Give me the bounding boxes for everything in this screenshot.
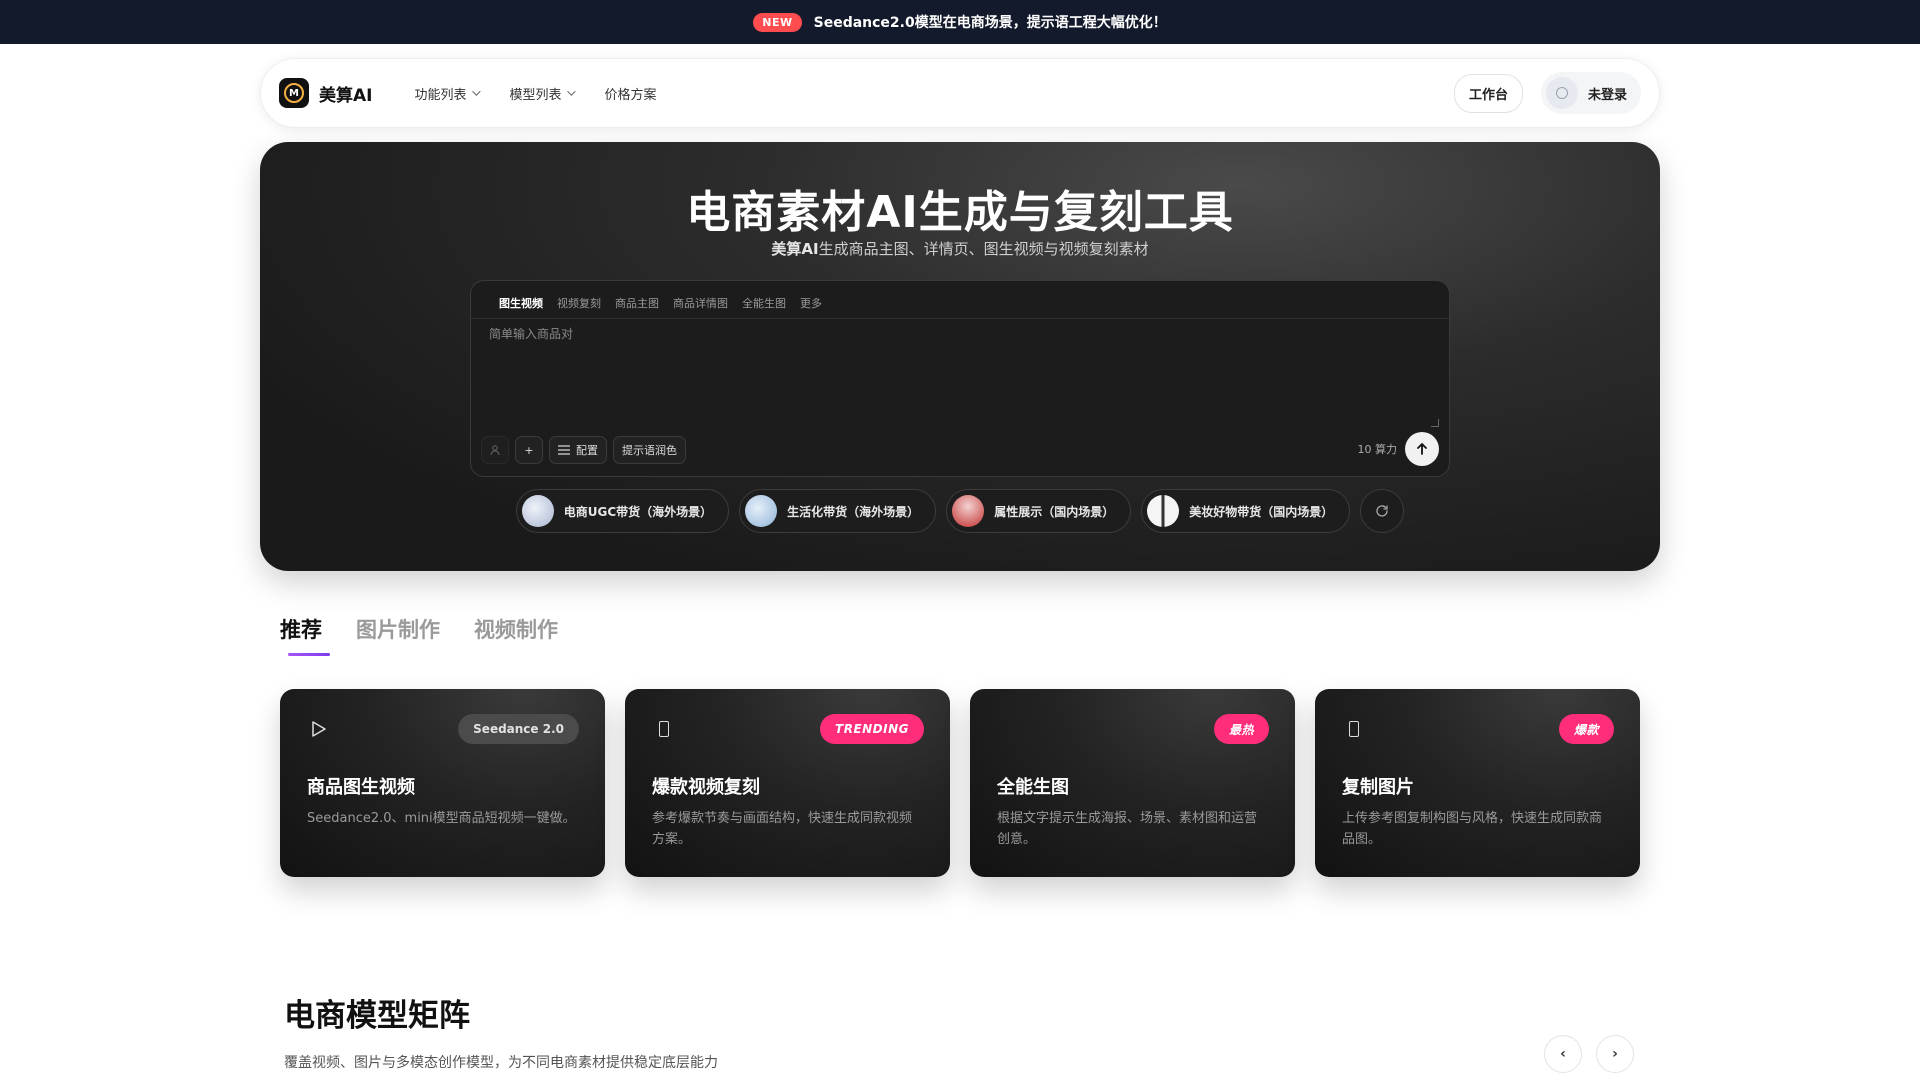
feature-card-all-purpose-image[interactable]: 最热 全能生图 根据文字提示生成海报、场景、素材图和运营创意。: [970, 689, 1295, 877]
card-description: Seedance2.0、mini模型商品短视频一键做。: [307, 811, 576, 826]
copy-icon: [1345, 719, 1363, 739]
feature-card-image-to-video[interactable]: Seedance 2.0 商品图生视频 Seedance2.0、mini模型商品…: [280, 689, 605, 877]
card-title: 商品图生视频: [307, 777, 415, 798]
card-title: 复制图片: [1342, 777, 1414, 798]
card-badge: TRENDING: [820, 714, 924, 744]
card-badge: 最热: [1213, 714, 1269, 744]
scene-chip[interactable]: 美妆好物带货（国内场景）: [1141, 489, 1351, 533]
tab-image-to-video[interactable]: 图生视频: [499, 295, 543, 318]
scene-thumbnail: [521, 495, 554, 527]
hero-subtitle: 美算AI生成商品主图、详情页、图生视频与视频复刻素材: [260, 238, 1660, 259]
composer-tools: + 配置 提示语润色: [481, 436, 686, 464]
prompt-polish-button[interactable]: 提示语润色: [613, 436, 686, 464]
sliders-icon: [558, 445, 570, 455]
tab-product-main-image[interactable]: 商品主图: [615, 295, 659, 318]
nav-right: 工作台 未登录: [1453, 72, 1641, 114]
carousel-pager: ‹ ›: [1544, 1035, 1634, 1073]
card-title: 爆款视频复刻: [652, 777, 760, 798]
prompt-input[interactable]: 简单输入商品对: [489, 325, 573, 342]
next-button[interactable]: ›: [1596, 1035, 1634, 1073]
nav-item-pricing[interactable]: 价格方案: [605, 84, 657, 103]
feature-card-copy-image[interactable]: 爆款 复制图片 上传参考图复制构图与风格，快速生成同款商品图。: [1315, 689, 1640, 877]
prompt-composer: 图生视频 视频复刻 商品主图 商品详情图 全能生图 更多 简单输入商品对 + 配…: [470, 280, 1450, 477]
feature-cards: Seedance 2.0 商品图生视频 Seedance2.0、mini模型商品…: [280, 689, 1640, 877]
brand-name: 美算AI: [319, 85, 373, 106]
user-icon: [1555, 87, 1568, 99]
person-icon: [490, 445, 500, 456]
card-description: 上传参考图复制构图与风格，快速生成同款商品图。: [1342, 811, 1603, 847]
composer-actions: 10 算力: [1357, 432, 1439, 466]
composer-tabs: 图生视频 视频复刻 商品主图 商品详情图 全能生图 更多: [471, 281, 1449, 319]
config-button[interactable]: 配置: [549, 436, 607, 464]
arrow-up-icon: [1417, 443, 1427, 455]
announcement-text[interactable]: Seedance2.0模型在电商场景，提示语工程大幅优化！: [814, 12, 1167, 32]
section-subtitle: 覆盖视频、图片与多模态创作模型，为不同电商素材提供稳定底层能力: [284, 1055, 718, 1071]
tab-more[interactable]: 更多: [800, 295, 822, 318]
tab-all-purpose-image[interactable]: 全能生图: [742, 295, 786, 318]
login-label: 未登录: [1587, 87, 1627, 103]
hero-subtitle-brand: 美算AI: [771, 240, 819, 258]
tab-recommended[interactable]: 推荐: [280, 614, 330, 656]
credit-cost: 10 算力: [1357, 443, 1398, 456]
scene-thumbnail: [745, 495, 778, 527]
workbench-button[interactable]: 工作台: [1453, 73, 1523, 113]
card-badge: 爆款: [1558, 714, 1614, 744]
card-description: 根据文字提示生成海报、场景、素材图和运营创意。: [997, 811, 1258, 847]
scene-chip[interactable]: 电商UGC带货（海外场景）: [515, 489, 730, 533]
hero-section: 电商素材AI生成与复刻工具 美算AI生成商品主图、详情页、图生视频与视频复刻素材…: [260, 142, 1660, 571]
feature-card-viral-video-replicate[interactable]: TRENDING 爆款视频复刻 参考爆款节奏与画面结构，快速生成同款视频方案。: [625, 689, 950, 877]
refresh-scenes-button[interactable]: [1360, 489, 1405, 533]
refresh-icon: [1376, 505, 1388, 517]
tab-video-creation[interactable]: 视频制作: [474, 614, 558, 656]
tab-image-creation[interactable]: 图片制作: [356, 614, 440, 656]
hero-subtitle-text: 生成商品主图、详情页、图生视频与视频复刻素材: [818, 240, 1149, 258]
login-button[interactable]: 未登录: [1540, 72, 1641, 114]
scene-chip[interactable]: 属性展示（国内场景）: [946, 489, 1132, 533]
hero-title: 电商素材AI生成与复刻工具: [686, 187, 1234, 238]
scene-thumbnail: [952, 495, 985, 527]
brand[interactable]: M 美算AI: [279, 78, 372, 108]
new-badge: NEW: [753, 12, 802, 32]
card-description: 参考爆款节奏与画面结构，快速生成同款视频方案。: [652, 811, 913, 847]
nav-item-models[interactable]: 模型列表: [510, 84, 576, 103]
send-button[interactable]: [1405, 432, 1439, 466]
top-navbar: M 美算AI 功能列表 模型列表 价格方案 工作台 未登录: [260, 58, 1660, 128]
resize-handle-icon[interactable]: [1431, 419, 1439, 427]
category-tabs: 推荐 图片制作 视频制作: [280, 614, 558, 656]
nav-item-features[interactable]: 功能列表: [414, 84, 481, 103]
scene-presets: 电商UGC带货（海外场景） 生活化带货（海外场景） 属性展示（国内场景） 美妆好…: [260, 489, 1660, 533]
play-icon: [310, 719, 328, 739]
phone-icon: [655, 719, 673, 739]
tab-video-replicate[interactable]: 视频复刻: [557, 295, 601, 318]
card-title: 全能生图: [997, 777, 1069, 798]
chevron-down-icon: [471, 87, 481, 96]
upload-subject-button[interactable]: [481, 436, 509, 464]
card-badge: Seedance 2.0: [458, 714, 579, 744]
prev-button[interactable]: ‹: [1544, 1035, 1582, 1073]
tab-product-detail-image[interactable]: 商品详情图: [673, 295, 728, 318]
add-button[interactable]: +: [515, 436, 543, 464]
scene-chip[interactable]: 生活化带货（海外场景）: [739, 489, 937, 533]
chevron-down-icon: [566, 87, 576, 96]
avatar: [1545, 77, 1578, 109]
announcement-bar[interactable]: NEW Seedance2.0模型在电商场景，提示语工程大幅优化！: [0, 0, 1920, 44]
scene-thumbnail: [1147, 495, 1180, 527]
section-title: 电商模型矩阵: [284, 998, 470, 1034]
nav-menu: 功能列表 模型列表 价格方案: [414, 84, 657, 103]
brand-logo-icon: M: [279, 78, 309, 108]
